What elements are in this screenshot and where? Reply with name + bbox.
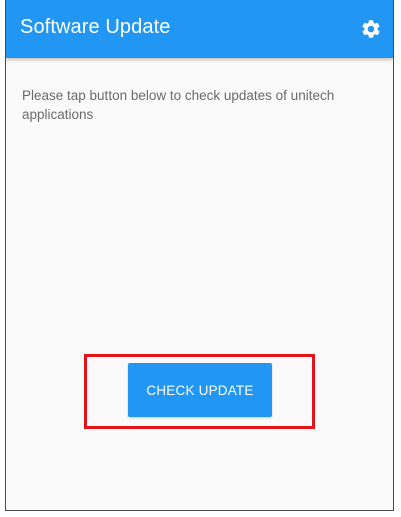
app-bar: Software Update	[6, 0, 393, 58]
check-update-button[interactable]: CHECK UPDATE	[128, 363, 272, 417]
page-title: Software Update	[20, 16, 171, 38]
instruction-text: Please tap button below to check updates…	[22, 88, 335, 122]
app-screen: Software Update Please tap button below …	[5, 0, 394, 511]
gear-icon	[362, 20, 380, 38]
settings-button[interactable]	[359, 17, 383, 41]
